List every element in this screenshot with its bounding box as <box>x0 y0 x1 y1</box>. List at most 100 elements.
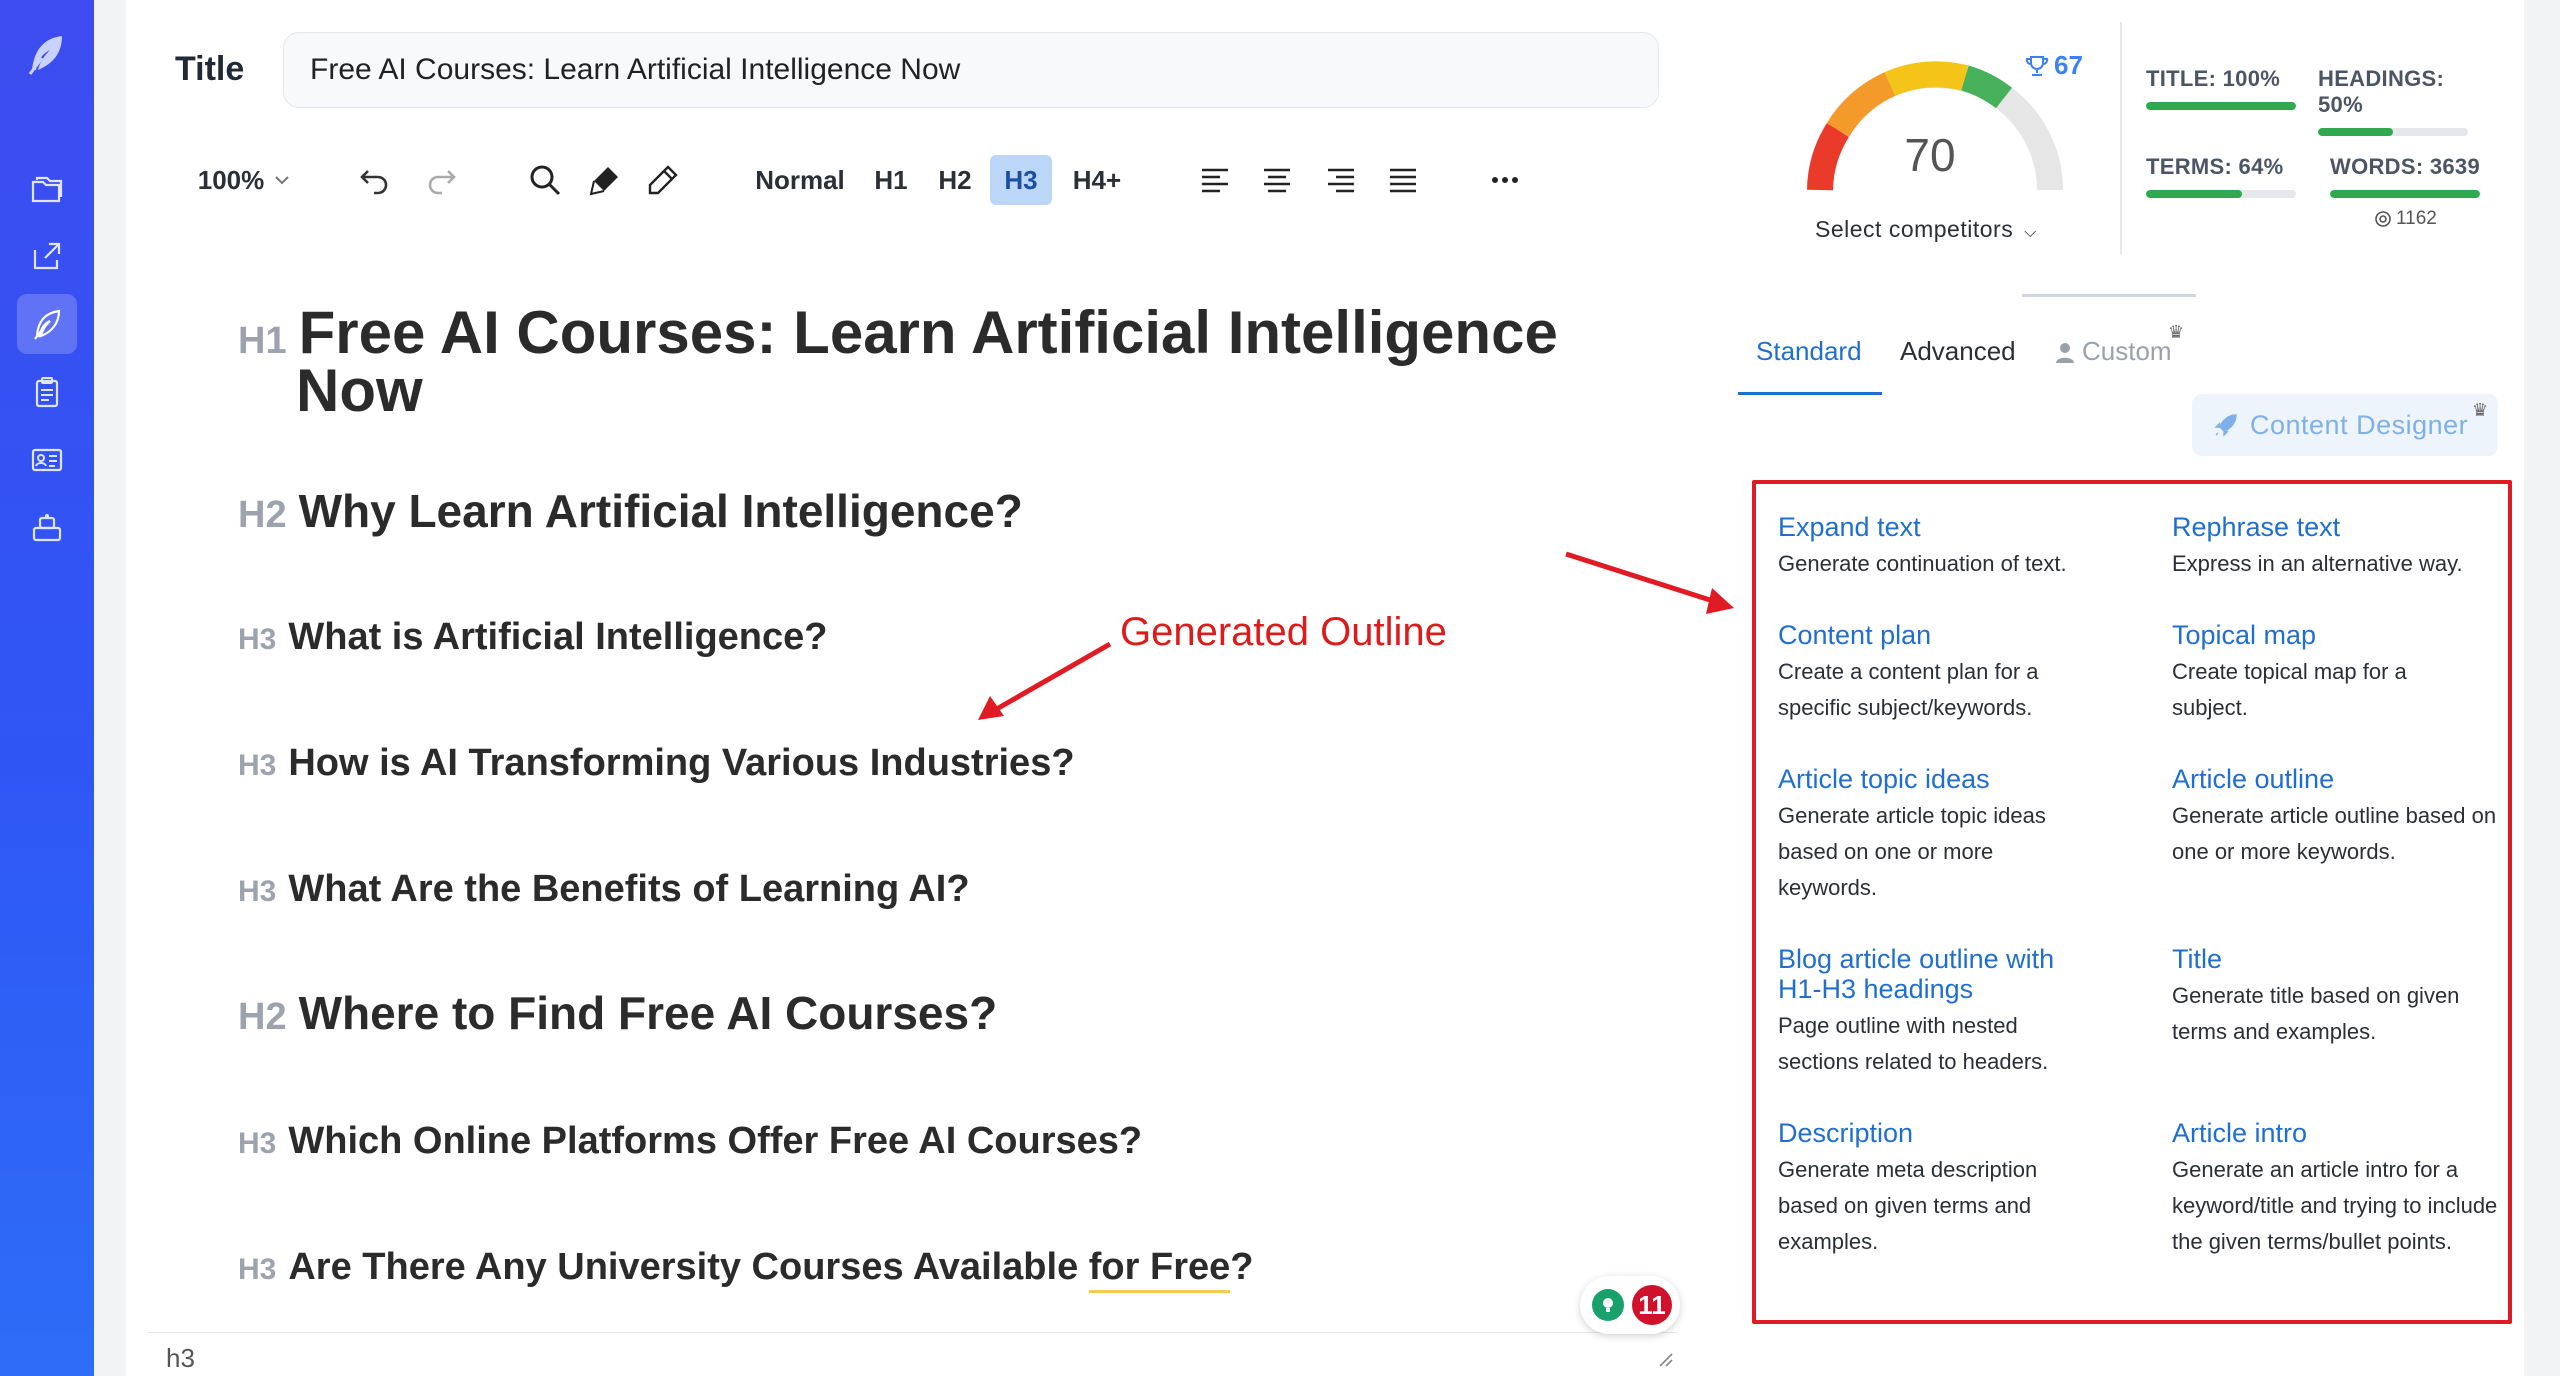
clipboard-icon[interactable] <box>17 362 77 422</box>
style-h4plus-button[interactable]: H4+ <box>1062 150 1132 210</box>
tool-article-intro[interactable]: Article intro Generate an article intro … <box>2172 1118 2502 1260</box>
share-icon[interactable] <box>17 226 77 286</box>
words-competitor-count: 1162 <box>2374 208 2437 230</box>
crown-icon: ♛ <box>2168 322 2185 342</box>
metric-progress-fill <box>2330 190 2480 198</box>
heading-text-part: Are There Any University Courses Availab… <box>288 1246 1089 1288</box>
heading-text-part: ? <box>1230 1246 1254 1288</box>
words-competitor-value: 1162 <box>2396 208 2437 229</box>
tool-name: Content plan <box>1778 620 1932 650</box>
tool-article-topic-ideas[interactable]: Article topic ideas Generate article top… <box>1778 764 2088 906</box>
tool-name: Blog article outline with H1-H3 headings <box>1778 944 2055 1004</box>
feather-logo-icon[interactable] <box>22 30 72 80</box>
redo-button[interactable] <box>416 150 466 210</box>
undo-button[interactable] <box>350 150 400 210</box>
tool-tabs: Standard Advanced Custom <box>1738 336 2198 396</box>
outline-heading-h2[interactable]: H2 Why Learn Artificial Intelligence? <box>238 484 1023 538</box>
stack-icon[interactable] <box>17 498 77 558</box>
tab-custom[interactable]: Custom <box>2054 336 2172 367</box>
heading-tag: H3 <box>238 875 277 908</box>
select-competitors-label: Select competitors <box>1815 216 2014 242</box>
user-icon <box>2056 342 2074 363</box>
align-right-button[interactable] <box>1316 150 1366 210</box>
tool-title[interactable]: Title Generate title based on given term… <box>2172 944 2512 1050</box>
style-h2-button[interactable]: H2 <box>930 150 980 210</box>
tool-desc: Generate article outline based on one or… <box>2172 803 2497 864</box>
metric-progress-track <box>2330 190 2480 198</box>
tool-rephrase-text[interactable]: Rephrase text Express in an alternative … <box>2172 512 2512 582</box>
more-dots-icon <box>1492 177 1518 183</box>
trophy-icon <box>2025 55 2049 76</box>
tool-name: Description <box>1778 1118 1914 1148</box>
crown-icon: ♛ <box>2472 400 2489 420</box>
heading-text: Why Learn Artificial Intelligence? <box>298 485 1023 537</box>
style-normal-button[interactable]: Normal <box>750 150 850 210</box>
outline-heading-h1[interactable]: H1 Free AI Courses: Learn Artificial Int… <box>238 299 1558 366</box>
more-options-button[interactable] <box>1480 150 1530 210</box>
tool-description[interactable]: Description Generate meta description ba… <box>1778 1118 2078 1260</box>
outline-heading-h3[interactable]: H3 Are There Any University Courses Avai… <box>238 1246 1254 1293</box>
align-left-icon <box>1202 168 1228 193</box>
target-icon <box>2375 211 2391 227</box>
outline-heading-h3[interactable]: H3 What Are the Benefits of Learning AI? <box>238 868 970 911</box>
rocket-icon <box>2214 414 2237 437</box>
tab-standard[interactable]: Standard <box>1756 336 1862 367</box>
undo-icon <box>360 170 388 195</box>
tool-name: Expand text <box>1778 512 1921 542</box>
select-competitors-dropdown[interactable]: Select competitors ⌵ <box>1815 216 2037 243</box>
folder-icon[interactable] <box>17 160 77 220</box>
heading-text: Free AI Courses: Learn Artificial Intell… <box>298 299 1558 366</box>
issues-count-badge: 11 <box>1632 1285 1672 1325</box>
tool-expand-text[interactable]: Expand text Generate continuation of tex… <box>1778 512 2118 582</box>
feather-icon[interactable] <box>17 294 77 354</box>
heading-text: Are There Any University Courses Availab… <box>288 1246 1254 1293</box>
align-justify-icon <box>1390 168 1416 193</box>
status-element-path: h3 <box>166 1343 195 1373</box>
metric-label: TERMS: 64% <box>2146 154 2284 179</box>
pen-button[interactable] <box>638 150 688 210</box>
outline-heading-h1-continuation[interactable]: Now <box>296 361 423 421</box>
align-center-button[interactable] <box>1252 150 1302 210</box>
highlighter-button[interactable] <box>580 150 630 210</box>
title-label: Title <box>175 50 245 88</box>
style-h1-button[interactable]: H1 <box>866 150 916 210</box>
metric-progress-track <box>2146 190 2296 198</box>
metric-progress-fill <box>2146 102 2296 110</box>
metric-title: TITLE: 100% <box>2146 66 2296 110</box>
search-button[interactable] <box>520 150 570 210</box>
left-rail <box>0 0 94 1376</box>
outline-heading-h3[interactable]: H3 What is Artificial Intelligence? <box>238 616 827 659</box>
tool-desc: Generate title based on given terms and … <box>2172 983 2460 1044</box>
metric-words: WORDS: 3639 <box>2330 154 2480 198</box>
tool-blog-article-outline[interactable]: Blog article outline with H1-H3 headings… <box>1778 944 2058 1080</box>
resize-grip-icon[interactable] <box>1656 1350 1674 1368</box>
tool-article-outline[interactable]: Article outline Generate article outline… <box>2172 764 2512 870</box>
chevron-down-icon <box>275 176 289 185</box>
heading-text: Where to Find Free AI Courses? <box>298 987 998 1039</box>
tab-custom-label: Custom <box>2082 336 2172 366</box>
title-input[interactable]: Free AI Courses: Learn Artificial Intell… <box>283 32 1659 108</box>
id-card-icon[interactable] <box>17 430 77 490</box>
zoom-select[interactable]: 100% <box>190 150 300 210</box>
outline-heading-h3[interactable]: H3 Which Online Platforms Offer Free AI … <box>238 1120 1142 1163</box>
tool-topical-map[interactable]: Topical map Create topical map for a sub… <box>2172 620 2462 726</box>
metric-progress-track <box>2318 128 2468 136</box>
content-designer-button[interactable]: Content Designer <box>2192 394 2498 456</box>
grammar-assistant-badge[interactable]: 11 <box>1580 1276 1680 1334</box>
tool-content-plan[interactable]: Content plan Create a content plan for a… <box>1778 620 2098 726</box>
style-h3-button[interactable]: H3 <box>990 155 1052 205</box>
heading-tag: H3 <box>238 1253 277 1286</box>
heading-text: What Are the Benefits of Learning AI? <box>288 868 970 910</box>
panel-divider <box>2120 22 2122 254</box>
heading-tag: H1 <box>238 320 287 362</box>
outline-heading-h2[interactable]: H2 Where to Find Free AI Courses? <box>238 986 997 1040</box>
tool-desc: Create topical map for a subject. <box>2172 659 2407 720</box>
tab-advanced[interactable]: Advanced <box>1900 336 2016 367</box>
tool-name: Rephrase text <box>2172 512 2341 542</box>
metric-progress-track <box>2146 102 2296 110</box>
spellcheck-underline[interactable]: for Free <box>1088 1246 1231 1293</box>
outline-heading-h3[interactable]: H3 How is AI Transforming Various Indust… <box>238 742 1075 785</box>
competitor-score-value: 67 <box>2054 50 2083 80</box>
align-left-button[interactable] <box>1190 150 1240 210</box>
align-justify-button[interactable] <box>1378 150 1428 210</box>
